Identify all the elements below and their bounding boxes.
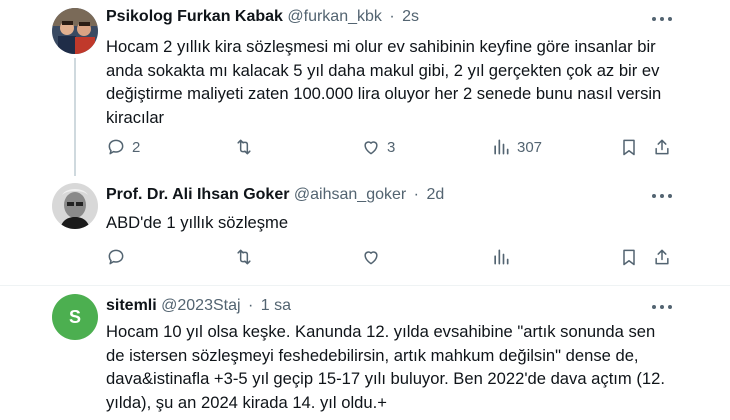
reply-icon	[108, 249, 124, 265]
thread-line	[74, 58, 76, 176]
views-button[interactable]: 307	[491, 137, 542, 157]
like-icon	[364, 251, 378, 265]
avatar[interactable]	[52, 8, 98, 54]
reply-button[interactable]	[106, 247, 126, 267]
tweet-text-line: anda sokakta mı kalacak 5 yıl daha makul…	[106, 60, 660, 80]
tweet-header: Prof. Dr. Ali Ihsan Goker @aihsan_goker …	[106, 186, 444, 204]
tweet-3[interactable]: S sitemli @2023Staj · 1 sa Hocam 10 yıl …	[0, 286, 730, 420]
author-handle[interactable]: @2023Staj	[161, 297, 240, 314]
more-icon[interactable]	[652, 15, 672, 23]
share-icon	[655, 249, 669, 265]
action-bar: 2 3 307	[106, 137, 676, 161]
share-icon	[655, 139, 669, 155]
reply-button[interactable]: 2	[106, 137, 140, 157]
like-count: 3	[387, 138, 396, 156]
author-name[interactable]: sitemli	[106, 297, 157, 314]
tweet-text-line: yılda), şu an 2024 kirada 14. yıl oldu.+	[106, 392, 387, 412]
bookmark-button[interactable]	[619, 247, 639, 267]
tweet-header: sitemli @2023Staj · 1 sa	[106, 297, 291, 315]
timestamp[interactable]: 1 sa	[261, 297, 291, 314]
author-name[interactable]: Prof. Dr. Ali Ihsan Goker	[106, 186, 289, 203]
like-icon	[364, 141, 378, 155]
tweet-text: ABD'de 1 yıllık sözleşme	[106, 211, 696, 235]
reply-count: 2	[132, 138, 141, 156]
tweet-text-line: kiracılar	[106, 107, 165, 127]
author-handle[interactable]: @furkan_kbk	[287, 8, 382, 25]
retweet-button[interactable]	[234, 137, 254, 157]
tweet-text: Hocam 2 yıllık kira sözleşmesi mi olur e…	[106, 35, 696, 129]
bookmark-icon	[623, 139, 635, 156]
tweet-text-line: dava&istinafla +3-5 yıl geçip 15-17 yılı…	[106, 369, 665, 388]
author-handle[interactable]: @aihsan_goker	[294, 186, 406, 203]
tweet-2[interactable]: Prof. Dr. Ali Ihsan Goker @aihsan_goker …	[0, 175, 730, 285]
timestamp[interactable]: 2s	[402, 8, 419, 25]
tweet-header: Psikolog Furkan Kabak @furkan_kbk · 2s	[106, 8, 419, 26]
more-icon[interactable]	[652, 192, 672, 200]
views-icon	[494, 139, 509, 155]
retweet-icon	[237, 249, 251, 265]
timestamp[interactable]: 2d	[426, 186, 444, 203]
avatar[interactable]	[52, 183, 98, 229]
retweet-button[interactable]	[234, 247, 254, 267]
tweet-text-line: de istersen sözleşmeyi feshedebilirsin, …	[106, 345, 639, 365]
action-bar	[106, 247, 676, 271]
tweet-text-line: Hocam 10 yıl olsa keşke. Kanunda 12. yıl…	[106, 322, 656, 341]
reply-icon	[108, 139, 124, 155]
bookmark-icon	[623, 249, 635, 266]
retweet-icon	[237, 139, 251, 155]
author-name[interactable]: Psikolog Furkan Kabak	[106, 8, 283, 25]
avatar-letter: S	[68, 306, 81, 327]
views-icon	[494, 249, 509, 265]
tweet-text-line: Hocam 2 yıllık kira sözleşmesi mi olur e…	[106, 37, 656, 56]
bookmark-button[interactable]	[619, 137, 639, 157]
tweet-text: Hocam 10 yıl olsa keşke. Kanunda 12. yıl…	[106, 320, 696, 414]
separator-dot: ·	[248, 297, 254, 314]
like-button[interactable]: 3	[361, 137, 395, 157]
tweet-text-line: ABD'de 1 yıllık sözleşme	[106, 213, 289, 232]
views-button[interactable]	[491, 247, 511, 267]
separator-dot: ·	[389, 8, 395, 25]
tweet-1[interactable]: Psikolog Furkan Kabak @furkan_kbk · 2s H…	[0, 0, 730, 176]
tweet-text-line: değiştirme maliyeti zaten 100.000 lira o…	[106, 84, 662, 103]
separator-dot: ·	[413, 186, 419, 203]
like-button[interactable]	[361, 247, 381, 267]
views-count: 307	[517, 138, 543, 156]
avatar[interactable]: S	[52, 294, 98, 340]
more-icon[interactable]	[652, 303, 672, 311]
share-button[interactable]	[652, 247, 672, 267]
share-button[interactable]	[652, 137, 672, 157]
